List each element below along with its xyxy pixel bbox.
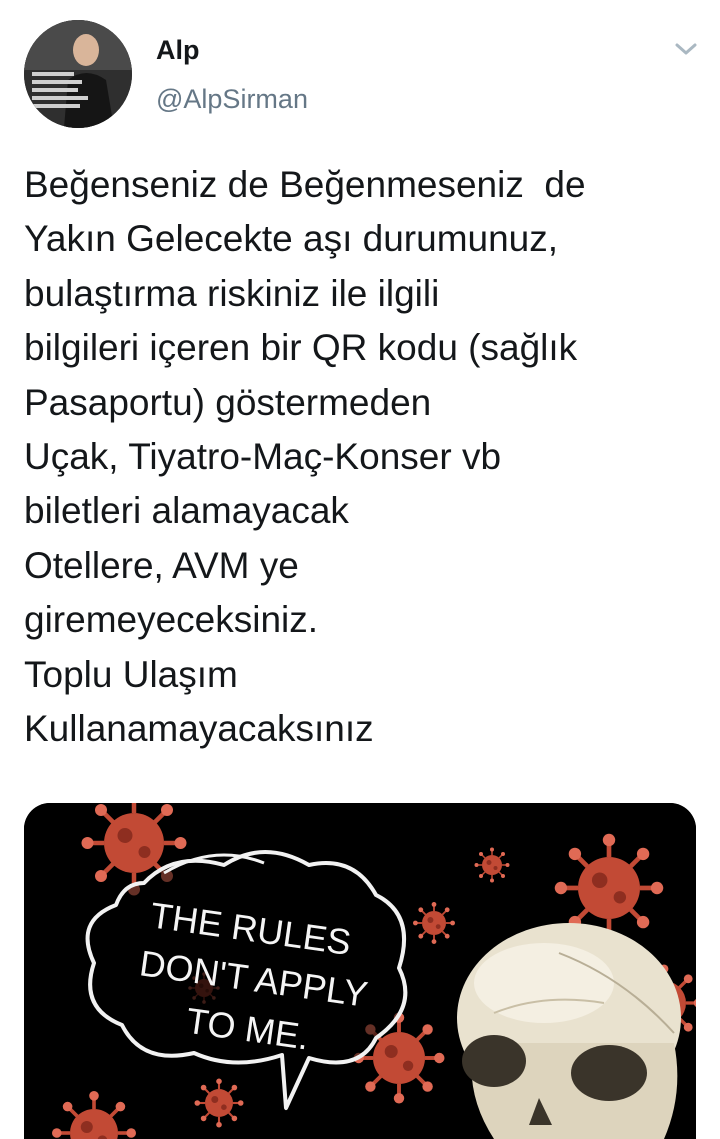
tweet-line: bilgileri içeren bir QR kodu (sağlık bbox=[24, 327, 578, 369]
tweet-line: Pasaportu) göstermeden bbox=[24, 381, 432, 423]
tweet-line: Uçak, Tiyatro-Maç-Konser vb bbox=[24, 436, 502, 478]
chevron-down-icon bbox=[675, 43, 697, 55]
tweet-line: Kullanamayacaksınız bbox=[24, 708, 374, 750]
user-handle[interactable]: @AlpSirman bbox=[156, 83, 308, 115]
tweet-media-image[interactable]: THE RULES DON'T APPLY TO ME. bbox=[24, 803, 696, 1139]
tweet-line: Beğenseniz de Beğenmeseniz de bbox=[24, 164, 586, 205]
tweet-line: bulaştırma riskiniz ile ilgili bbox=[24, 272, 440, 314]
profile-photo-icon bbox=[24, 20, 132, 128]
tweet-line: biletleri alamayacak bbox=[24, 490, 349, 532]
avatar[interactable] bbox=[24, 20, 132, 128]
tweet-line: Yakın Gelecekte aşı durumunuz, bbox=[24, 218, 559, 260]
tweet-text: Beğenseniz de Beğenmeseniz de Yakın Gele… bbox=[24, 158, 704, 756]
tweet-line: giremeyeceksiniz. bbox=[24, 599, 319, 641]
tweet-line: Otellere, AVM ye bbox=[24, 544, 299, 586]
tweet-line: Toplu Ulaşım bbox=[24, 653, 238, 695]
media-illustration: THE RULES DON'T APPLY TO ME. bbox=[24, 803, 696, 1139]
skull-icon bbox=[457, 923, 681, 1139]
tweet-menu-button[interactable] bbox=[671, 38, 701, 60]
display-name[interactable]: Alp bbox=[156, 34, 200, 66]
